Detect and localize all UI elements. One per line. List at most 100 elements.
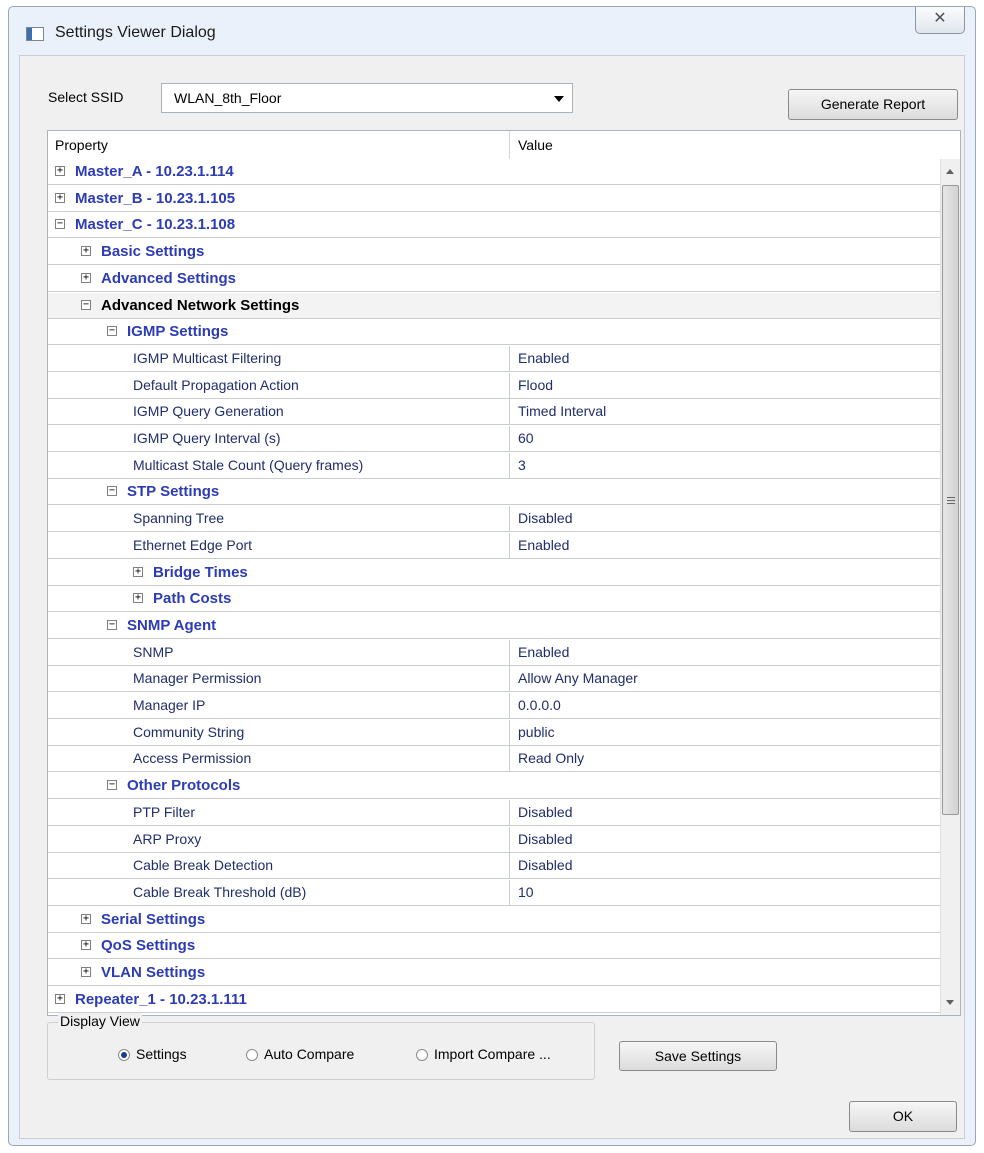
value-cell[interactable]: Disabled: [510, 853, 940, 878]
tree-group-row[interactable]: + Basic Settings: [48, 239, 940, 265]
scroll-down-arrow-icon[interactable]: [946, 1000, 954, 1005]
value-cell[interactable]: public: [510, 720, 940, 745]
tree-property-row[interactable]: Cable Break Detection Disabled: [48, 853, 940, 879]
radio-import-compare[interactable]: Import Compare ...: [416, 1046, 551, 1062]
property-label: Manager IP: [133, 697, 206, 713]
tree-group-row[interactable]: + Path Costs: [48, 586, 940, 612]
tree-property-row[interactable]: Manager Permission Allow Any Manager: [48, 666, 940, 692]
tree-group-row[interactable]: + Serial Settings: [48, 907, 940, 933]
tree-group-row[interactable]: + Advanced Settings: [48, 266, 940, 292]
tree-group-row[interactable]: +Repeater_2 - 10.23.1.126: [48, 1013, 940, 1015]
value-cell[interactable]: Read Only: [510, 746, 940, 771]
property-label: Cable Break Detection: [133, 857, 274, 873]
tree-group-row[interactable]: + VLAN Settings: [48, 960, 940, 986]
tree-property-row[interactable]: Community String public: [48, 720, 940, 746]
tree-property-row[interactable]: Access Permission Read Only: [48, 746, 940, 772]
tree-property-row[interactable]: IGMP Query Interval (s) 60: [48, 426, 940, 452]
tree-group-row[interactable]: − SNMP Agent: [48, 613, 940, 639]
tree-property-row[interactable]: IGMP Query Generation Timed Interval: [48, 399, 940, 425]
tree-group-label: Master_B - 10.23.1.105: [75, 190, 236, 207]
property-cell: Cable Break Detection: [48, 853, 510, 878]
tree-group-row[interactable]: − Advanced Network Settings: [48, 293, 940, 319]
property-column-header[interactable]: Property: [48, 131, 510, 159]
tree-property-row[interactable]: Default Propagation Action Flood: [48, 373, 940, 399]
value-cell[interactable]: Disabled: [510, 827, 940, 852]
property-cell: + VLAN Settings: [48, 960, 510, 985]
value-cell[interactable]: Allow Any Manager: [510, 666, 940, 691]
title-bar: Settings Viewer Dialog ✕: [9, 7, 975, 55]
tree-group-row[interactable]: + Master_B - 10.23.1.105: [48, 186, 940, 212]
value-cell[interactable]: Enabled: [510, 640, 940, 665]
tree-group-row[interactable]: − Master_C - 10.23.1.108: [48, 212, 940, 238]
tree-group-row[interactable]: − IGMP Settings: [48, 319, 940, 345]
tree-property-row[interactable]: SNMP Enabled: [48, 640, 940, 666]
tree-group-label: STP Settings: [127, 483, 220, 500]
tree-group-row[interactable]: + Master_A - 10.23.1.114: [48, 159, 940, 185]
tree-group-row[interactable]: − Other Protocols: [48, 773, 940, 799]
value-column-header[interactable]: Value: [510, 131, 940, 159]
value-cell[interactable]: 3: [510, 453, 940, 478]
tree-property-row[interactable]: PTP Filter Disabled: [48, 800, 940, 826]
collapse-icon[interactable]: −: [81, 300, 91, 310]
property-cell: − Other Protocols: [48, 773, 510, 798]
property-label: Ethernet Edge Port: [133, 537, 253, 553]
collapse-icon[interactable]: −: [107, 620, 117, 630]
expand-icon[interactable]: +: [81, 940, 91, 950]
radio-unselected-icon[interactable]: [416, 1049, 428, 1061]
collapse-icon[interactable]: −: [107, 780, 117, 790]
tree-group-row[interactable]: + Repeater_1 - 10.23.1.111: [48, 987, 940, 1013]
scrollbar-thumb[interactable]: [942, 185, 959, 815]
tree-group-row[interactable]: + QoS Settings: [48, 933, 940, 959]
tree-property-row[interactable]: ARP Proxy Disabled: [48, 827, 940, 853]
radio-unselected-icon[interactable]: [246, 1049, 258, 1061]
property-label: IGMP Multicast Filtering: [133, 350, 282, 366]
expand-icon[interactable]: +: [81, 246, 91, 256]
tree-property-row[interactable]: Cable Break Threshold (dB) 10: [48, 880, 940, 906]
tree-property-row[interactable]: Ethernet Edge Port Enabled: [48, 533, 940, 559]
collapse-icon[interactable]: −: [107, 326, 117, 336]
expand-icon[interactable]: +: [55, 166, 65, 176]
radio-settings[interactable]: Settings: [118, 1046, 187, 1062]
expand-icon[interactable]: +: [133, 567, 143, 577]
radio-selected-icon[interactable]: [118, 1049, 130, 1061]
tree-property-row[interactable]: Spanning Tree Disabled: [48, 506, 940, 532]
tree-group-label: Advanced Settings: [101, 270, 237, 287]
tree-property-row[interactable]: Multicast Stale Count (Query frames) 3: [48, 453, 940, 479]
radio-auto-compare[interactable]: Auto Compare: [246, 1046, 354, 1062]
expand-icon[interactable]: +: [55, 994, 65, 1004]
value-cell[interactable]: Enabled: [510, 346, 940, 371]
expand-icon[interactable]: +: [81, 273, 91, 283]
close-button[interactable]: ✕: [915, 7, 965, 34]
value-cell[interactable]: Flood: [510, 373, 940, 398]
expand-icon[interactable]: +: [55, 193, 65, 203]
tree-property-row[interactable]: IGMP Multicast Filtering Enabled: [48, 346, 940, 372]
tree-group-row[interactable]: + Bridge Times: [48, 560, 940, 586]
property-cell: IGMP Multicast Filtering: [48, 346, 510, 371]
collapse-icon[interactable]: −: [107, 486, 117, 496]
value-cell[interactable]: Disabled: [510, 800, 940, 825]
generate-report-button[interactable]: Generate Report: [788, 89, 958, 120]
expand-icon[interactable]: +: [81, 967, 91, 977]
tree-group-row[interactable]: − STP Settings: [48, 479, 940, 505]
value-cell[interactable]: 60: [510, 426, 940, 451]
property-cell: + Master_A - 10.23.1.114: [48, 159, 510, 184]
property-cell: IGMP Query Generation: [48, 399, 510, 424]
window-title: Settings Viewer Dialog: [55, 24, 216, 41]
value-cell[interactable]: Timed Interval: [510, 399, 940, 424]
ssid-dropdown[interactable]: WLAN_8th_Floor: [161, 83, 573, 113]
property-cell: + Bridge Times: [48, 560, 510, 585]
vertical-scrollbar[interactable]: [940, 159, 960, 1015]
expand-icon[interactable]: +: [133, 593, 143, 603]
save-settings-button[interactable]: Save Settings: [619, 1041, 777, 1071]
collapse-icon[interactable]: −: [55, 219, 65, 229]
scroll-up-arrow-icon[interactable]: [946, 169, 954, 174]
tree-property-row[interactable]: Manager IP 0.0.0.0: [48, 693, 940, 719]
dropdown-arrow-icon[interactable]: [554, 96, 564, 102]
property-label: Default Propagation Action: [133, 377, 299, 393]
value-cell[interactable]: 10: [510, 880, 940, 905]
value-cell[interactable]: Disabled: [510, 506, 940, 531]
expand-icon[interactable]: +: [81, 914, 91, 924]
value-cell[interactable]: Enabled: [510, 533, 940, 558]
value-cell[interactable]: 0.0.0.0: [510, 693, 940, 718]
ok-button[interactable]: OK: [849, 1101, 957, 1132]
